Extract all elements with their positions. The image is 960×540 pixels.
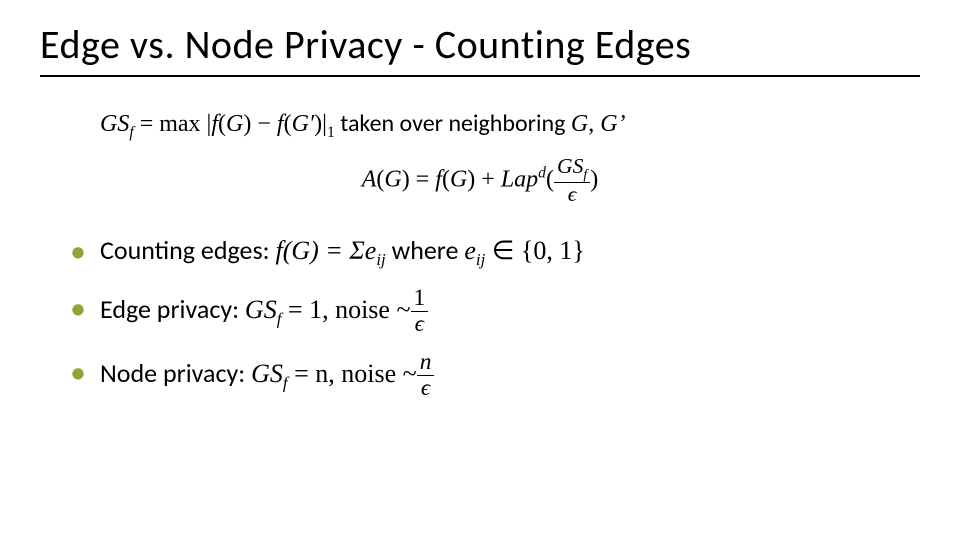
gs-f2: f (277, 111, 284, 137)
gs-G1: G (226, 111, 243, 137)
A-frac: GSfϵ (554, 156, 590, 206)
b2-gs: GS (245, 295, 277, 324)
bullet-list: Counting edges: f(G) = Σeij where eij ∈ … (70, 230, 920, 401)
b3-gs: GS (251, 359, 283, 388)
b1-ij1: ij (376, 250, 385, 269)
A-f: f (435, 166, 442, 192)
b1-e2: e (464, 236, 476, 265)
b3-label: Node privacy: (100, 357, 251, 389)
gs-tail-plain: taken over neighboring (335, 109, 571, 138)
b3-den: ϵ (417, 376, 435, 400)
A-d: d (538, 164, 546, 181)
gs-eq: = max | (134, 111, 212, 137)
bullet-edge-privacy: Edge privacy: GSf = 1, noise ~1ϵ (70, 287, 920, 337)
bullet-node-privacy: Node privacy: GSf = n, noise ~nϵ (70, 351, 920, 401)
slide: Edge vs. Node Privacy - Counting Edges G… (0, 0, 960, 540)
b3-num: n (417, 351, 435, 376)
b1-where: where (386, 234, 465, 266)
gs-one: 1 (327, 124, 335, 141)
gs-tail-math: G, G’ (571, 111, 626, 137)
bullet-counting-edges: Counting edges: f(G) = Σeij where eij ∈ … (70, 230, 920, 273)
b1-inset: ∈ {0, 1} (485, 236, 585, 265)
gs-f1: f (211, 111, 218, 137)
A-G1: G (384, 166, 401, 192)
A-eq: ) = (402, 166, 436, 192)
b2-eq: = 1, noise ~ (281, 295, 410, 324)
A-frac-den: ϵ (554, 183, 590, 206)
gs-minus: ) − (243, 111, 277, 137)
b2-frac: 1ϵ (411, 287, 429, 337)
gs-Gp: G′ (292, 111, 315, 137)
A-open: ( (546, 166, 554, 192)
equation-A: A(G) = f(G) + Lapd(GSfϵ) (40, 156, 920, 206)
A-Lap: Lap (501, 166, 538, 192)
gs-close: )| (314, 111, 327, 137)
b1-ij2: ij (476, 250, 485, 269)
b2-label: Edge privacy: (100, 293, 245, 325)
b2-num: 1 (411, 287, 429, 312)
A-plus: ) + (467, 166, 501, 192)
b2-den: ϵ (411, 312, 429, 336)
b3-eq: = n, noise ~ (288, 359, 417, 388)
slide-title: Edge vs. Node Privacy - Counting Edges (40, 20, 920, 77)
A-close: ) (590, 166, 598, 192)
A-A: A (362, 166, 377, 192)
A-frac-num-sub: f (583, 166, 587, 182)
gs-lhs-base: GS (100, 111, 129, 137)
A-G2: G (450, 166, 467, 192)
b1-label: Counting edges: (100, 234, 275, 266)
b1-fg: f(G) = Σe (275, 236, 376, 265)
A-frac-num-base: GS (557, 154, 583, 178)
b3-frac: nϵ (417, 351, 435, 401)
equation-gs: GSf = max |f(G) − f(G′)|1 taken over nei… (100, 105, 920, 146)
